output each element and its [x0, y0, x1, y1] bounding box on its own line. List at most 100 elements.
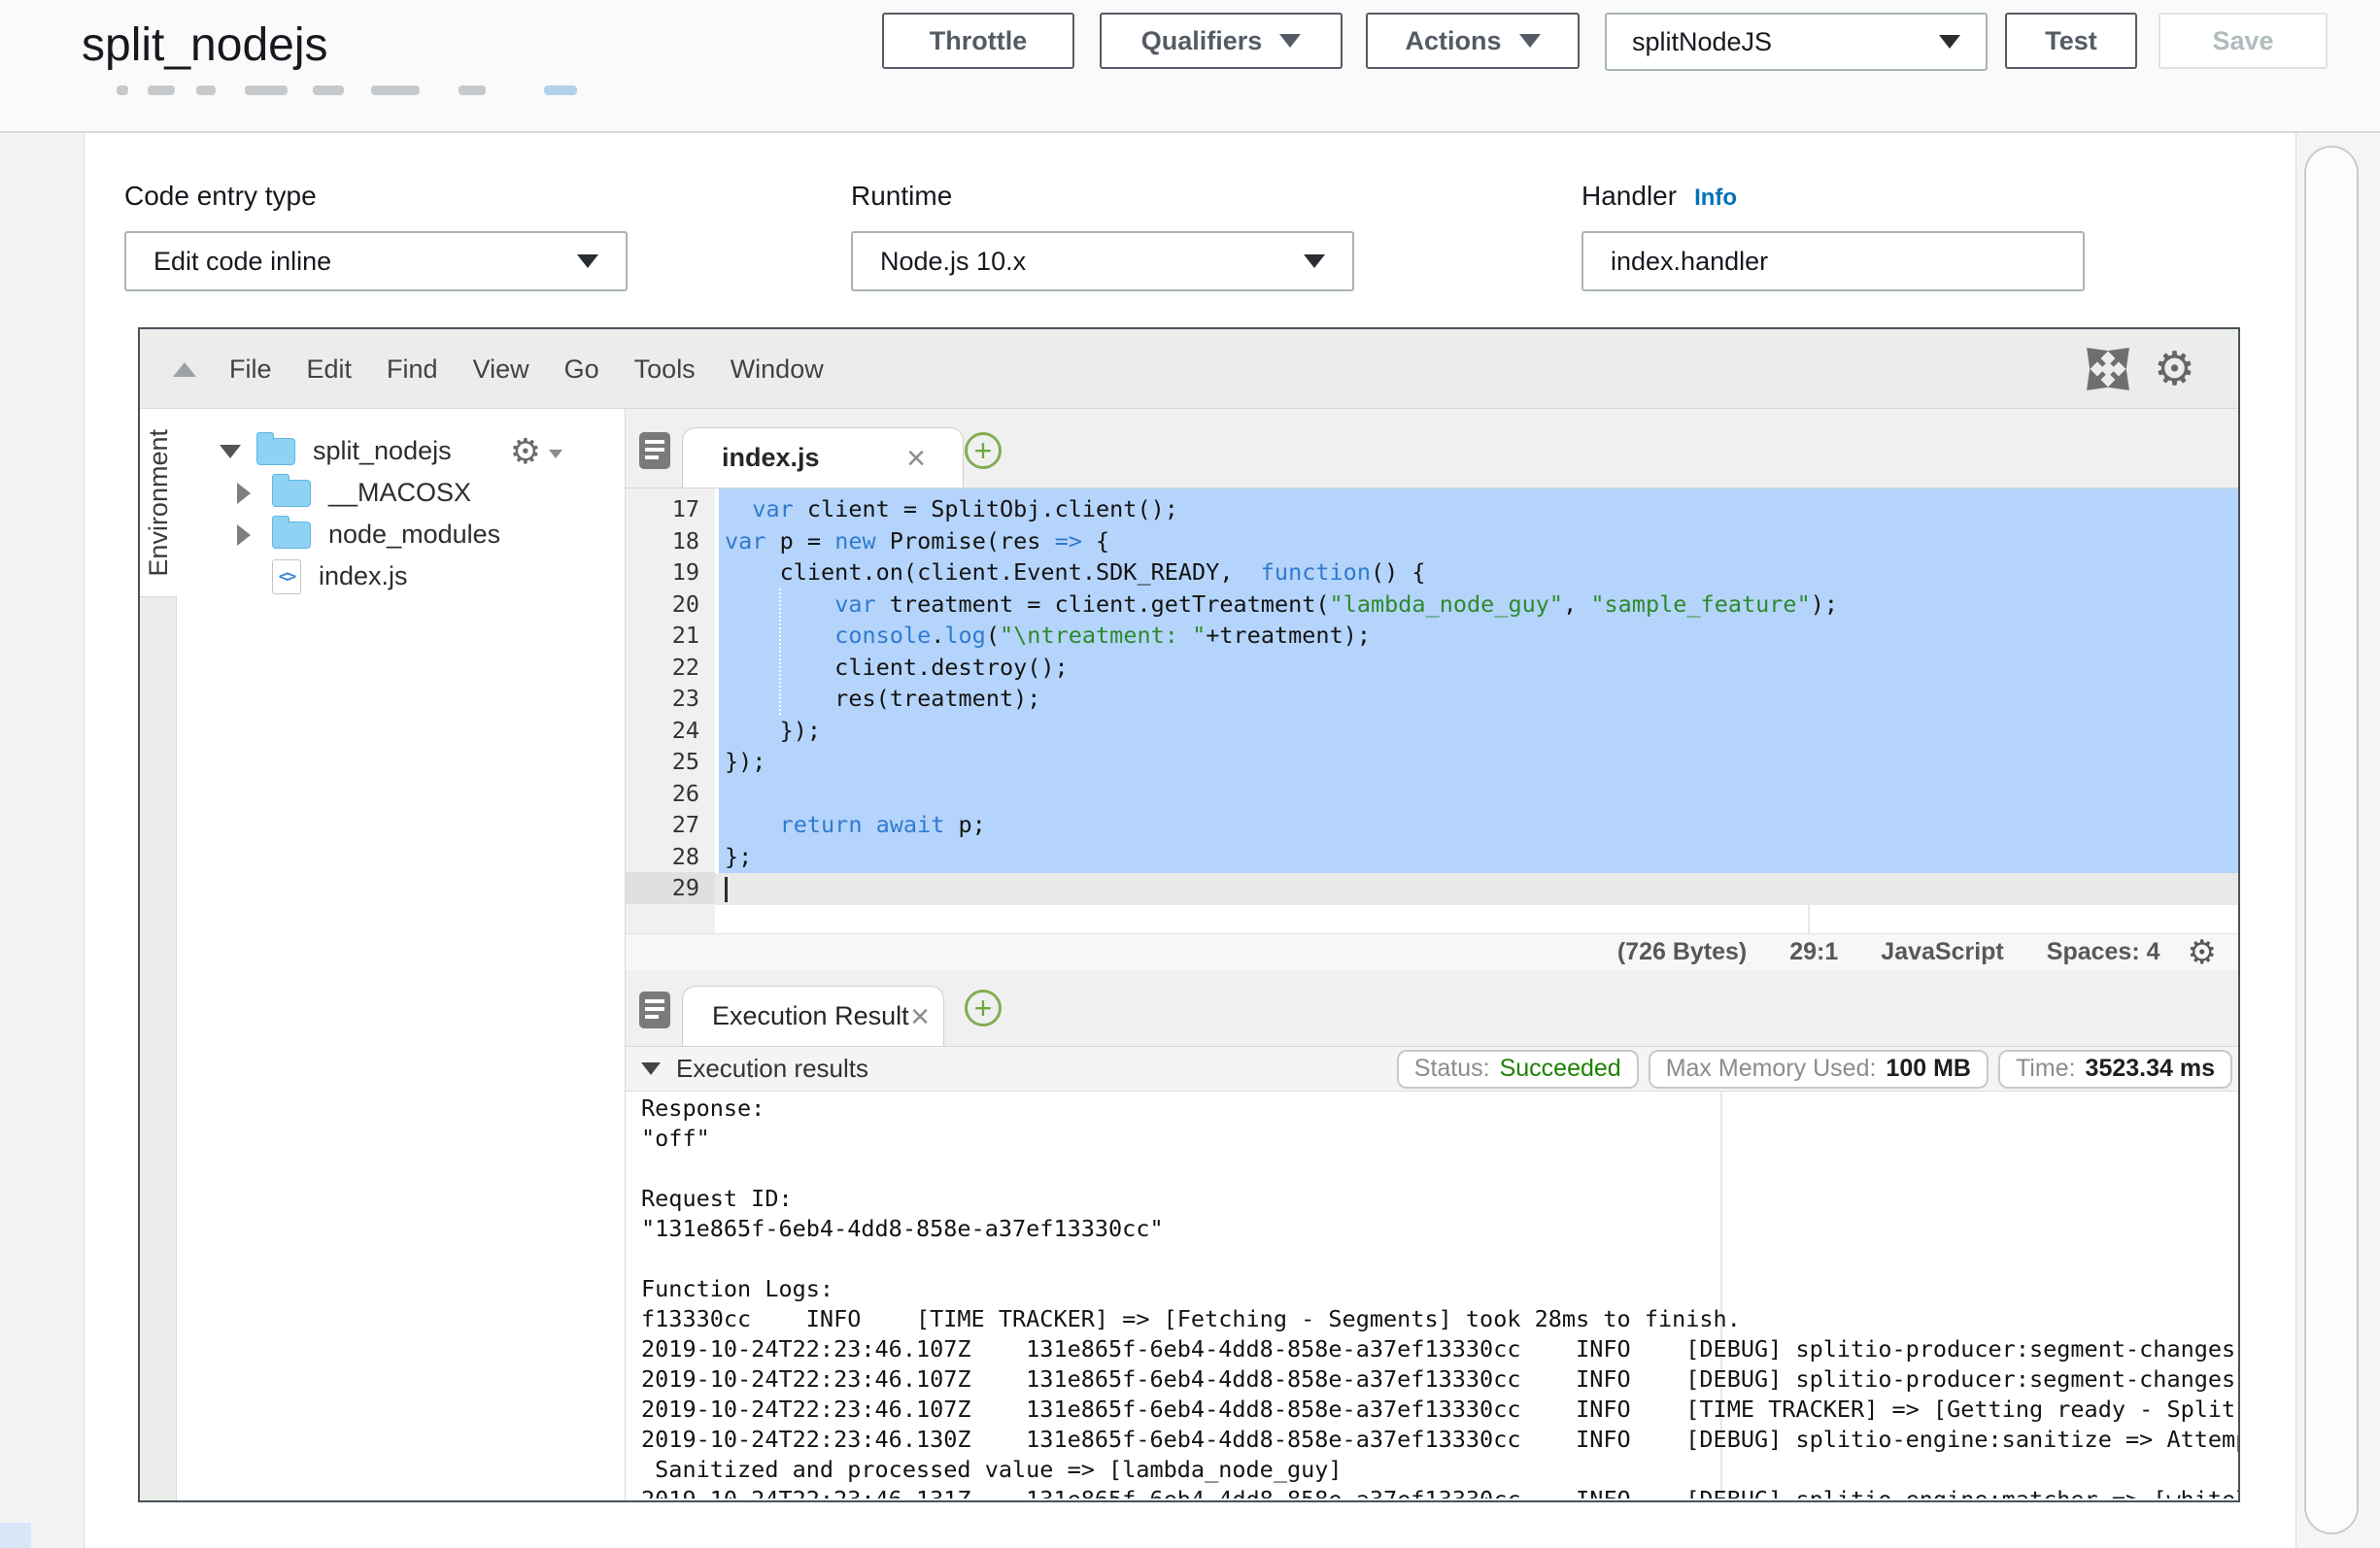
- new-tab-plus-icon[interactable]: +: [965, 990, 1002, 1026]
- menu-window[interactable]: Window: [731, 354, 824, 385]
- code-entry-type-label: Code entry type: [124, 181, 317, 212]
- line-number: 26: [626, 778, 715, 810]
- code-entry-type-select[interactable]: Edit code inline: [124, 231, 628, 291]
- handler-label-text: Handler: [1581, 181, 1677, 211]
- chevron-down-icon: [1939, 35, 1960, 49]
- new-tab-plus-icon[interactable]: +: [965, 432, 1002, 469]
- editor-statusbar: (726 Bytes) 29:1 JavaScript Spaces: 4 ⚙: [626, 933, 2238, 970]
- actions-button[interactable]: Actions: [1366, 13, 1580, 69]
- save-button-label: Save: [2212, 26, 2273, 56]
- text-cursor: [725, 877, 728, 902]
- code-editor-area[interactable]: 17181920212223242526272829 var client = …: [626, 488, 2238, 933]
- folder-icon: [272, 522, 311, 549]
- line-number: 29: [626, 872, 715, 904]
- time-badge-value: 3523.34 ms: [2086, 1055, 2215, 1083]
- runtime-select[interactable]: Node.js 10.x: [851, 231, 1354, 291]
- tree-item--macosx[interactable]: __MACOSX: [177, 472, 625, 514]
- menu-view[interactable]: View: [473, 354, 529, 385]
- test-button-label: Test: [2045, 26, 2097, 56]
- expand-arrow-icon[interactable]: [237, 524, 251, 546]
- code-line-18: var p = new Promise(res => {: [725, 525, 1838, 557]
- chevron-down-icon: [1279, 34, 1301, 48]
- code-line-21: console.log("\ntreatment: "+treatment);: [725, 620, 1838, 652]
- status-item[interactable]: Spaces: 4: [2047, 938, 2160, 966]
- menu-edit[interactable]: Edit: [307, 354, 353, 385]
- collapse-down-icon[interactable]: [641, 1062, 661, 1075]
- handler-value: index.handler: [1611, 247, 1768, 277]
- fullscreen-icon[interactable]: [2086, 347, 2130, 391]
- collapse-up-icon[interactable]: [173, 362, 196, 377]
- tree-item-label: __MACOSX: [328, 478, 471, 508]
- status-item[interactable]: JavaScript: [1881, 938, 2003, 966]
- tree-item-node-modules[interactable]: node_modules: [177, 514, 625, 555]
- menu-file[interactable]: File: [229, 354, 272, 385]
- line-number: 17: [626, 493, 715, 525]
- code-lines: var client = SplitObj.client();var p = n…: [725, 493, 1838, 904]
- save-button[interactable]: Save: [2159, 13, 2328, 69]
- code-line-27: return await p;: [725, 809, 1838, 841]
- tab-list-icon[interactable]: [635, 990, 676, 1030]
- runtime-label: Runtime: [851, 181, 952, 212]
- page-scrollbar-thumb[interactable]: [2304, 146, 2359, 1534]
- code-line-29: [725, 872, 1838, 904]
- alias-select[interactable]: splitNodeJS: [1605, 13, 1988, 71]
- execution-badges: Status: Succeeded Max Memory Used: 100 M…: [1397, 1050, 2232, 1089]
- line-number: 18: [626, 525, 715, 557]
- tree-item-index-js[interactable]: <>index.js: [177, 555, 625, 597]
- menu-go[interactable]: Go: [564, 354, 599, 385]
- tab-list-icon[interactable]: [635, 430, 676, 471]
- menu-tools[interactable]: Tools: [634, 354, 696, 385]
- close-tab-icon[interactable]: ×: [906, 442, 926, 475]
- collapse-arrow-icon[interactable]: [220, 445, 241, 458]
- environment-sidebar: Environment: [140, 409, 177, 1500]
- tab-execution-result[interactable]: Execution Result ×: [682, 986, 944, 1046]
- environment-tab[interactable]: Environment: [140, 409, 177, 597]
- bottom-left-artifact: [0, 1523, 31, 1548]
- lambda-function-page: split_nodejs Throttle Qualifiers Actions…: [0, 0, 2380, 1548]
- code-line-24: });: [725, 715, 1838, 747]
- line-number: 21: [626, 620, 715, 652]
- folder-icon: [256, 438, 295, 465]
- qualifiers-button-label: Qualifiers: [1141, 26, 1263, 56]
- line-numbers: 17181920212223242526272829: [626, 493, 715, 904]
- status-badge-label: Status:: [1414, 1055, 1490, 1083]
- line-number: 24: [626, 715, 715, 747]
- code-line-19: client.on(client.Event.SDK_READY, functi…: [725, 556, 1838, 589]
- qualifiers-button[interactable]: Qualifiers: [1100, 13, 1343, 69]
- handler-label: Handler Info: [1581, 181, 1737, 212]
- tree-item-label: node_modules: [328, 520, 500, 550]
- code-line-22: client.destroy();: [725, 652, 1838, 684]
- execution-results-header: Execution results Status: Succeeded Max …: [626, 1047, 2238, 1092]
- editor-window-controls: ⚙: [2086, 329, 2195, 409]
- status-item[interactable]: (726 Bytes): [1617, 938, 1747, 966]
- status-badge-value: Succeeded: [1500, 1055, 1621, 1083]
- result-tabstrip: Execution Result × +: [626, 970, 2238, 1047]
- throttle-button[interactable]: Throttle: [882, 13, 1074, 69]
- menu-find[interactable]: Find: [387, 354, 438, 385]
- folder-icon: [272, 480, 311, 507]
- chevron-down-icon: [1519, 34, 1541, 48]
- tree-settings-gear-icon[interactable]: ⚙: [510, 432, 562, 472]
- expand-arrow-icon[interactable]: [237, 483, 251, 504]
- close-tab-icon[interactable]: ×: [910, 1000, 930, 1033]
- file-tree: split_nodejs⚙ __MACOSX node_modules <>index…: [177, 409, 626, 1500]
- tab-index-js[interactable]: index.js ×: [682, 427, 964, 488]
- chevron-down-icon: [1304, 254, 1325, 268]
- tree-item-split-nodejs[interactable]: split_nodejs⚙: [177, 430, 625, 472]
- handler-info-link[interactable]: Info: [1694, 185, 1737, 211]
- execution-results-title: Execution results: [676, 1054, 868, 1084]
- code-line-28: };: [725, 841, 1838, 873]
- editor-menubar: File Edit Find View Go Tools Window ⚙: [140, 329, 2238, 409]
- code-line-20: var treatment = client.getTreatment("lam…: [725, 589, 1838, 621]
- partial-top-line: });: [725, 488, 794, 493]
- editor-settings-gear-icon[interactable]: ⚙: [2154, 346, 2195, 392]
- editor-menu: File Edit Find View Go Tools Window: [229, 329, 824, 409]
- test-button[interactable]: Test: [2005, 13, 2137, 69]
- line-number: 20: [626, 589, 715, 621]
- execution-log-area[interactable]: Response: "off" Request ID: "131e865f-6e…: [626, 1092, 2238, 1498]
- alias-selected-value: splitNodeJS: [1632, 27, 1772, 57]
- statusbar-gear-icon[interactable]: ⚙: [2188, 936, 2217, 969]
- status-item[interactable]: 29:1: [1789, 938, 1838, 966]
- handler-input[interactable]: index.handler: [1581, 231, 2085, 291]
- throttle-button-label: Throttle: [930, 26, 1028, 56]
